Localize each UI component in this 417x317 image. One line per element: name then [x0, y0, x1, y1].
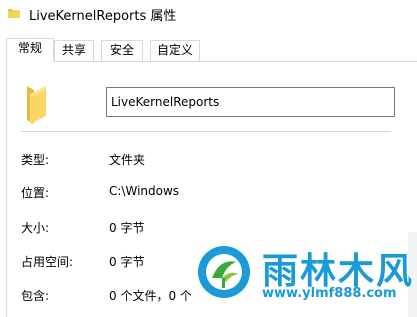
- folder-icon: [27, 86, 46, 124]
- size-value: 0 字节: [109, 221, 145, 235]
- title-bar: LiveKernelReports 属性: [0, 0, 417, 32]
- contains-value: 0 个文件，0 个: [109, 289, 192, 303]
- watermark-url: www.ylmf888.com: [262, 286, 397, 301]
- disk-size-label: 占用空间:: [21, 255, 74, 269]
- location-value: C:\Windows: [109, 184, 180, 198]
- size-label: 大小:: [21, 221, 50, 235]
- type-value: 文件夹: [109, 153, 146, 167]
- folder-icon: [8, 9, 20, 18]
- tab-general[interactable]: 常规: [6, 38, 54, 62]
- disk-size-value: 0 字节: [109, 255, 145, 269]
- window-title: LiveKernelReports 属性: [29, 9, 177, 24]
- ylmf-logo: [198, 246, 250, 298]
- tab-customize[interactable]: 自定义: [150, 40, 200, 61]
- tab-strip: 共享 安全 自定义 常规: [0, 38, 417, 62]
- location-label: 位置:: [21, 186, 50, 200]
- tab-share[interactable]: 共享: [54, 40, 94, 61]
- separator: [21, 131, 391, 132]
- folder-name-field[interactable]: LiveKernelReports: [106, 87, 395, 117]
- contains-label: 包含:: [21, 289, 50, 303]
- watermark: 雨林木风 www.ylmf888.com: [196, 238, 417, 317]
- tab-security[interactable]: 安全: [101, 40, 143, 61]
- type-label: 类型:: [21, 153, 50, 167]
